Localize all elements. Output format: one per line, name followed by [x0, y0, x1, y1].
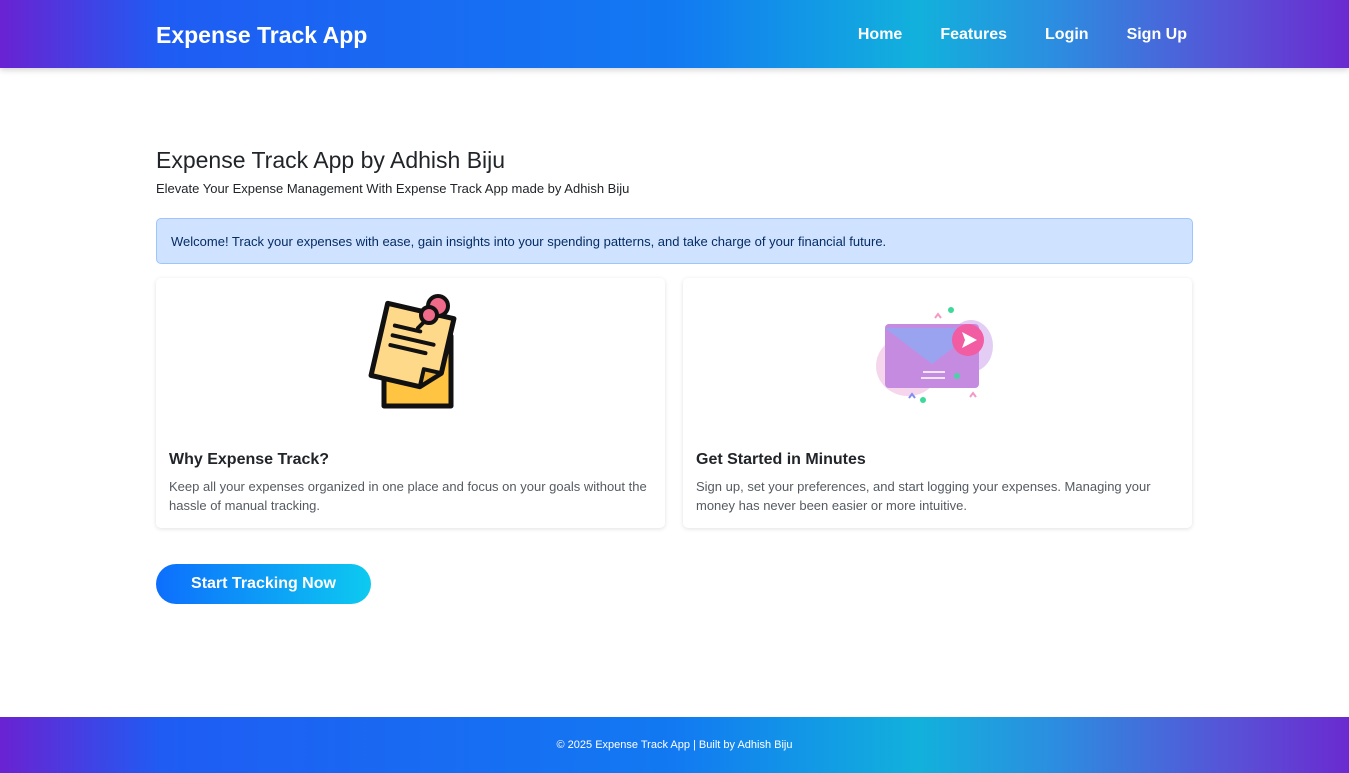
sticky-note-icon: [156, 288, 665, 428]
feature-card-get-started: Get Started in Minutes Sign up, set your…: [683, 278, 1192, 528]
envelope-send-icon: [683, 288, 1192, 428]
feature-card-title: Get Started in Minutes: [696, 451, 866, 468]
nav-link-features[interactable]: Features: [940, 24, 1007, 46]
feature-card-why: Why Expense Track? Keep all your expense…: [156, 278, 665, 528]
nav-link-login[interactable]: Login: [1045, 24, 1089, 46]
main-content: Expense Track App by Adhish Biju Elevate…: [156, 146, 1193, 528]
nav-link-home[interactable]: Home: [858, 24, 902, 46]
brand-link[interactable]: Expense Track App: [156, 20, 367, 50]
page-title: Expense Track App by Adhish Biju: [156, 147, 506, 173]
welcome-alert: Welcome! Track your expenses with ease, …: [156, 218, 1193, 264]
feature-card-title: Why Expense Track?: [169, 451, 330, 468]
feature-card-text: Keep all your expenses organized in one …: [169, 479, 647, 513]
footer: © 2025 Expense Track App | Built by Adhi…: [0, 717, 1349, 773]
feature-card-text: Sign up, set your preferences, and start…: [696, 479, 1151, 513]
navbar: Expense Track App Home Features Login Si…: [0, 0, 1349, 68]
nav-link-signup[interactable]: Sign Up: [1127, 24, 1187, 46]
page-subtitle: Elevate Your Expense Management With Exp…: [156, 181, 630, 196]
start-tracking-button[interactable]: Start Tracking Now: [156, 564, 371, 604]
feature-cards: Why Expense Track? Keep all your expense…: [156, 278, 1193, 528]
footer-text: © 2025 Expense Track App | Built by Adhi…: [556, 739, 793, 751]
nav-links: Home Features Login Sign Up: [820, 24, 1187, 46]
welcome-alert-text: Welcome! Track your expenses with ease, …: [171, 233, 887, 249]
